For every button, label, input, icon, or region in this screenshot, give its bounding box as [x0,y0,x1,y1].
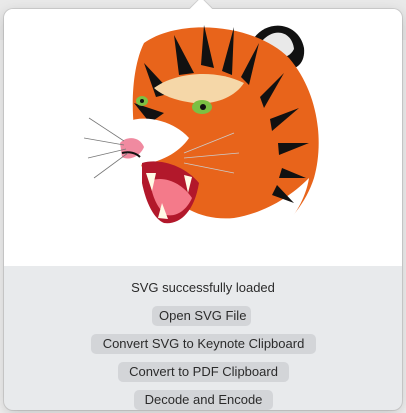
open-svg-file-button[interactable]: Open SVG File [152,306,251,326]
decode-and-encode-button[interactable]: Decode and Encode [134,390,273,410]
convert-svg-to-keynote-button[interactable]: Convert SVG to Keynote Clipboard [91,334,316,354]
status-message: SVG successfully loaded [131,280,275,295]
svg-preview-area [4,9,402,266]
convert-to-pdf-button[interactable]: Convert to PDF Clipboard [118,362,289,382]
tiger-svg-image [84,25,319,262]
svg-popover: SVG successfully loaded Open SVG File Co… [4,9,402,410]
controls-panel: SVG successfully loaded Open SVG File Co… [4,266,402,410]
